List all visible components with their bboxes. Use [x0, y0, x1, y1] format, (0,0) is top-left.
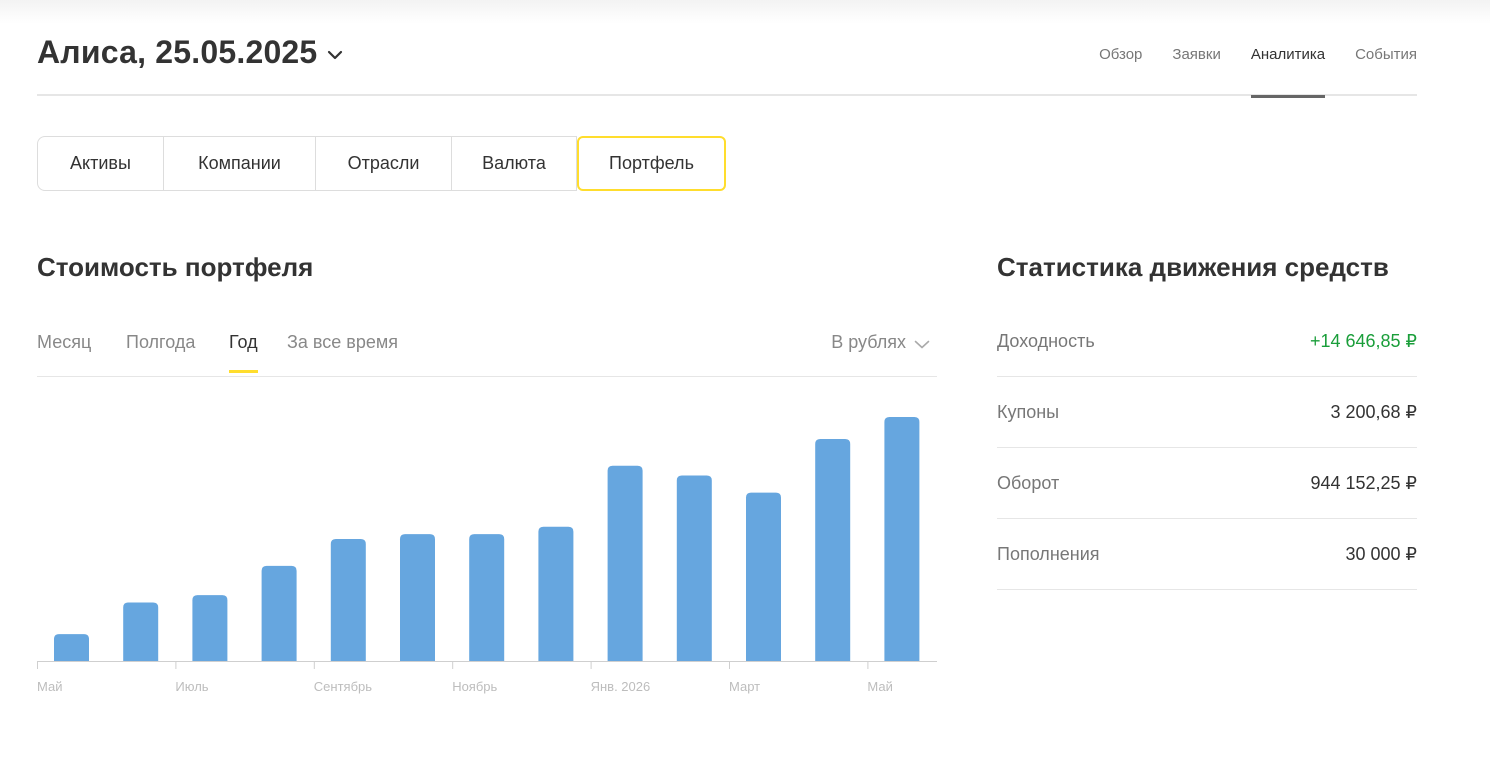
stat-row-deposits: Пополнения 30 000 ₽ — [997, 519, 1417, 590]
segment-currency[interactable]: Валюта — [452, 136, 577, 191]
portfolio-value-title: Стоимость портфеля — [37, 252, 314, 282]
chart-bar[interactable] — [192, 595, 228, 661]
period-all-time[interactable]: За все время — [287, 332, 398, 373]
chart-tick-label: Май — [867, 679, 892, 694]
top-navigation: Обзор Заявки Аналитика События — [1069, 30, 1417, 98]
chart-bar[interactable] — [261, 565, 297, 661]
segment-portfolio[interactable]: Портфель — [577, 136, 726, 191]
chart-bar[interactable] — [123, 602, 159, 661]
account-title: Алиса, 25.05.2025 — [37, 34, 318, 70]
stat-value: 944 152,25 ₽ — [1310, 472, 1417, 493]
stat-row-coupons: Купоны 3 200,68 ₽ — [997, 377, 1417, 448]
stat-label: Доходность — [997, 330, 1095, 351]
chart-tick-label: Ноябрь — [452, 679, 497, 694]
stat-label: Пополнения — [997, 543, 1100, 564]
chart-bar[interactable] — [746, 492, 781, 661]
chart-bar[interactable] — [400, 534, 435, 661]
chart-bar[interactable] — [330, 539, 366, 661]
stat-value: 3 200,68 ₽ — [1330, 401, 1417, 422]
chevron-down-icon — [328, 50, 343, 59]
analytics-segment-tabs: Активы Компании Отрасли Валюта Портфель — [37, 136, 726, 191]
chart-bar[interactable] — [538, 526, 574, 661]
stat-label: Оборот — [997, 472, 1060, 493]
chart-tick-label: Июль — [175, 679, 208, 694]
nav-analytics[interactable]: Аналитика — [1250, 30, 1326, 98]
stat-value: +14 646,85 ₽ — [1309, 330, 1417, 351]
chart-tick-label: Май — [37, 679, 62, 694]
stat-value: 30 000 ₽ — [1345, 543, 1417, 564]
chart-tick-label: Янв. 2026 — [591, 679, 651, 694]
nav-overview[interactable]: Обзор — [1099, 30, 1142, 96]
chart-bar[interactable] — [607, 465, 643, 661]
chart-bar[interactable] — [884, 417, 920, 661]
chevron-down-icon — [914, 340, 930, 348]
period-half-year[interactable]: Полгода — [126, 332, 195, 373]
currency-select-label: В рублях — [831, 332, 906, 352]
chart-bar[interactable] — [815, 438, 851, 661]
nav-orders[interactable]: Заявки — [1172, 30, 1220, 96]
chart-tick-label: Сентябрь — [314, 679, 372, 694]
page-header: Алиса, 25.05.2025 Обзор Заявки Аналитика… — [37, 30, 1417, 98]
chart-bar[interactable] — [54, 634, 89, 661]
window-top-shadow — [0, 0, 1490, 24]
stat-row-yield: Доходность +14 646,85 ₽ — [997, 306, 1417, 377]
chart-bar[interactable] — [469, 534, 505, 661]
period-tabs: Месяц Полгода Год За все время В рублях — [37, 320, 937, 377]
period-month[interactable]: Месяц — [37, 332, 91, 373]
period-year[interactable]: Год — [229, 332, 258, 373]
segment-industries[interactable]: Отрасли — [316, 136, 452, 191]
chart-bar[interactable] — [676, 475, 712, 661]
segment-assets[interactable]: Активы — [37, 136, 164, 191]
account-selector[interactable]: Алиса, 25.05.2025 — [37, 34, 343, 71]
cashflow-stats-list: Доходность +14 646,85 ₽ Купоны 3 200,68 … — [997, 306, 1417, 590]
currency-select[interactable]: В рублях — [831, 332, 930, 353]
chart-tick-label: Март — [729, 679, 760, 694]
stat-label: Купоны — [997, 401, 1060, 422]
cashflow-stats-title: Статистика движения средств — [997, 252, 1389, 282]
nav-events[interactable]: События — [1355, 30, 1417, 96]
stat-row-turnover: Оборот 944 152,25 ₽ — [997, 448, 1417, 519]
segment-companies[interactable]: Компании — [164, 136, 316, 191]
